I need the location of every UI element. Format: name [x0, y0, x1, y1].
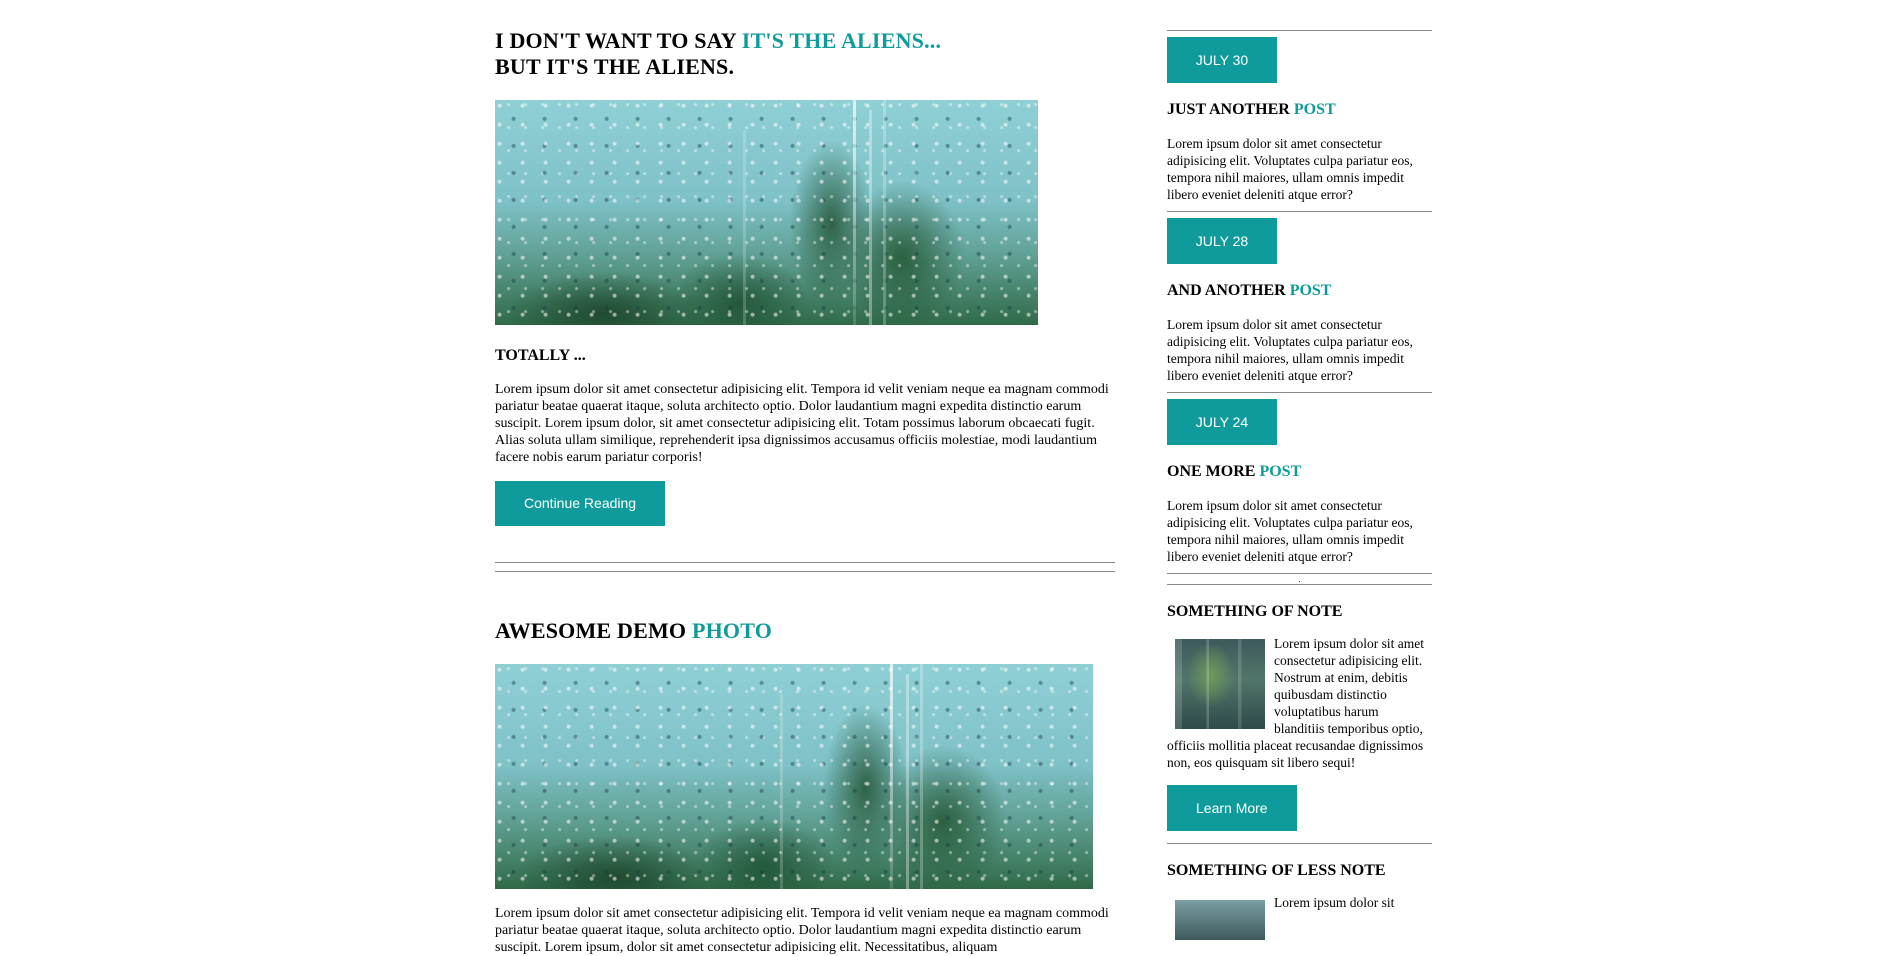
sidebar-post-title[interactable]: ONE MORE POST	[1167, 463, 1432, 481]
note-thumbnail	[1175, 639, 1265, 729]
sidebar-post-title[interactable]: AND ANOTHER POST	[1167, 282, 1432, 300]
less-note-thumbnail	[1175, 900, 1265, 940]
post-divider	[495, 562, 1115, 572]
sidebar-post-text: Lorem ipsum dolor sit amet consectetur a…	[1167, 136, 1413, 202]
less-note-section: SOMETHING OF LESS NOTE Lorem ipsum dolor…	[1167, 862, 1432, 940]
date-badge[interactable]: JULY 28	[1167, 218, 1277, 264]
post-title-plain: I DON'T WANT TO SAY	[495, 28, 742, 53]
post-title-line2: BUT IT'S THE ALIENS.	[495, 54, 735, 79]
sidebar-post-text: Lorem ipsum dolor sit amet consectetur a…	[1167, 498, 1413, 564]
sidebar-post-title-accent: POST	[1259, 463, 1302, 480]
post2-title-accent: PHOTO	[691, 618, 773, 643]
sidebar-post: JULY 24 ONE MORE POST Lorem ipsum dolor …	[1167, 399, 1432, 565]
continue-reading-button[interactable]: Continue Reading	[495, 481, 666, 526]
sidebar-post-title-accent: POST	[1289, 282, 1332, 299]
post2-title: AWESOME DEMO PHOTO	[495, 618, 1120, 644]
learn-more-button[interactable]: Learn More	[1167, 785, 1297, 831]
post-demo-photo: AWESOME DEMO PHOTO Lorem ipsum dolor sit…	[495, 618, 1120, 956]
less-note-text: Lorem ipsum dolor sit	[1274, 895, 1395, 910]
sidebar-post-title-plain: AND ANOTHER	[1167, 282, 1290, 299]
sidebar-rule	[1167, 584, 1432, 585]
post2-title-plain: AWESOME DEMO	[495, 618, 692, 643]
date-badge[interactable]: JULY 24	[1167, 399, 1277, 445]
note-section: SOMETHING OF NOTE Lorem ipsum dolor sit …	[1167, 603, 1432, 831]
post-title-accent: IT'S THE ALIENS...	[741, 28, 942, 53]
less-note-body: Lorem ipsum dolor sit	[1167, 894, 1432, 940]
sidebar-post-title-plain: ONE MORE	[1167, 463, 1260, 480]
sidebar-rule	[1167, 392, 1432, 393]
post-aliens: I DON'T WANT TO SAY IT'S THE ALIENS... B…	[495, 28, 1120, 526]
post-body: Lorem ipsum dolor sit amet consectetur a…	[495, 382, 1109, 465]
rain-window-image	[495, 100, 1038, 325]
sidebar-rule	[1167, 573, 1432, 574]
main-column: I DON'T WANT TO SAY IT'S THE ALIENS... B…	[495, 28, 1120, 956]
note-title: SOMETHING OF NOTE	[1167, 603, 1343, 620]
sidebar-rule	[1167, 211, 1432, 212]
sidebar-post-text: Lorem ipsum dolor sit amet consectetur a…	[1167, 317, 1413, 383]
date-badge[interactable]: JULY 30	[1167, 37, 1277, 83]
sidebar-rule	[1167, 843, 1432, 844]
less-note-title: SOMETHING OF LESS NOTE	[1167, 862, 1386, 879]
post-title: I DON'T WANT TO SAY IT'S THE ALIENS... B…	[495, 28, 1120, 80]
sidebar-post: JULY 30 JUST ANOTHER POST Lorem ipsum do…	[1167, 37, 1432, 203]
post-subtitle: TOTALLY ...	[495, 347, 586, 364]
demo-photo-image	[495, 664, 1093, 889]
note-body: Lorem ipsum dolor sit amet consectetur a…	[1167, 635, 1432, 771]
page: I DON'T WANT TO SAY IT'S THE ALIENS... B…	[0, 0, 1900, 955]
sidebar-post-title-plain: JUST ANOTHER	[1167, 101, 1294, 118]
sidebar: JULY 30 JUST ANOTHER POST Lorem ipsum do…	[1167, 30, 1432, 940]
sidebar-post-title[interactable]: JUST ANOTHER POST	[1167, 101, 1432, 119]
sidebar-rule	[1167, 30, 1432, 31]
divider-mark: .	[1298, 575, 1301, 584]
sidebar-post-title-accent: POST	[1293, 101, 1336, 118]
post2-body: Lorem ipsum dolor sit amet consectetur a…	[495, 906, 1109, 955]
sidebar-post: JULY 28 AND ANOTHER POST Lorem ipsum dol…	[1167, 218, 1432, 384]
